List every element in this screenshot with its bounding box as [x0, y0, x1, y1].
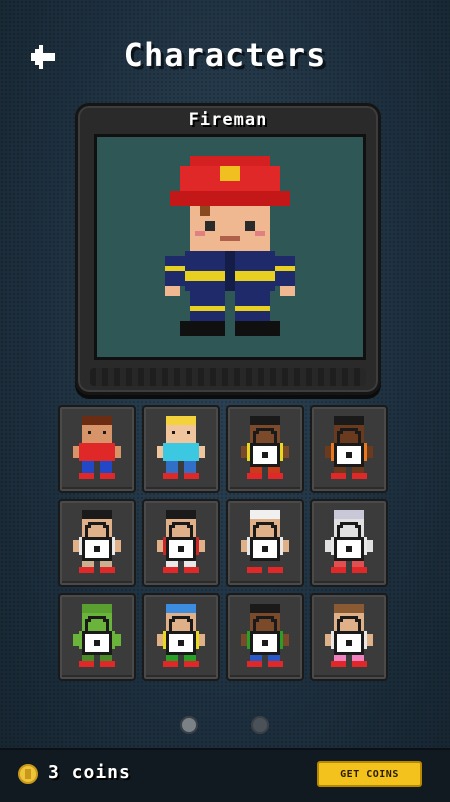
character-slot-locked-karate[interactable]	[58, 499, 136, 587]
character-sprite	[73, 510, 121, 573]
character-slot-locked-blue-hat[interactable]	[142, 593, 220, 681]
character-slot-girl-blonde[interactable]	[142, 405, 220, 493]
character-sprite	[241, 416, 289, 479]
character-sprite	[241, 510, 289, 573]
page-title: Characters	[123, 36, 327, 74]
character-grid	[58, 405, 392, 681]
character-sprite	[325, 416, 373, 479]
get-coins-button[interactable]: GET COINS	[317, 761, 422, 787]
header: Characters	[0, 0, 450, 110]
character-preview: Fireman	[75, 103, 381, 395]
coin-icon	[18, 764, 38, 784]
page-dot-2[interactable]	[251, 716, 269, 734]
character-slot-locked-afro[interactable]	[310, 405, 388, 493]
preview-base	[90, 368, 366, 386]
page-indicator	[0, 714, 450, 738]
character-slot-locked-dino[interactable]	[58, 593, 136, 681]
page-dot-1[interactable]	[180, 716, 198, 734]
character-slot-locked-chef[interactable]	[226, 499, 304, 587]
character-slot-kid-red-shirt[interactable]	[58, 405, 136, 493]
character-slot-locked-astronaut[interactable]	[310, 499, 388, 587]
preview-screen	[94, 134, 366, 360]
character-sprite	[73, 416, 121, 479]
character-sprite	[73, 604, 121, 667]
fireman-sprite	[165, 156, 295, 336]
character-sprite	[325, 604, 373, 667]
character-sprite	[157, 604, 205, 667]
character-slot-locked-rasta[interactable]	[226, 593, 304, 681]
character-sprite	[157, 510, 205, 573]
character-name: Fireman	[188, 110, 268, 130]
character-sprite	[241, 604, 289, 667]
coin-balance: 3 coins	[48, 762, 131, 783]
character-sprite	[157, 416, 205, 479]
character-slot-locked-buns[interactable]	[142, 499, 220, 587]
character-slot-locked-girl-pink[interactable]	[310, 593, 388, 681]
character-sprite	[325, 510, 373, 573]
character-slot-locked-dreadlocks[interactable]	[226, 405, 304, 493]
